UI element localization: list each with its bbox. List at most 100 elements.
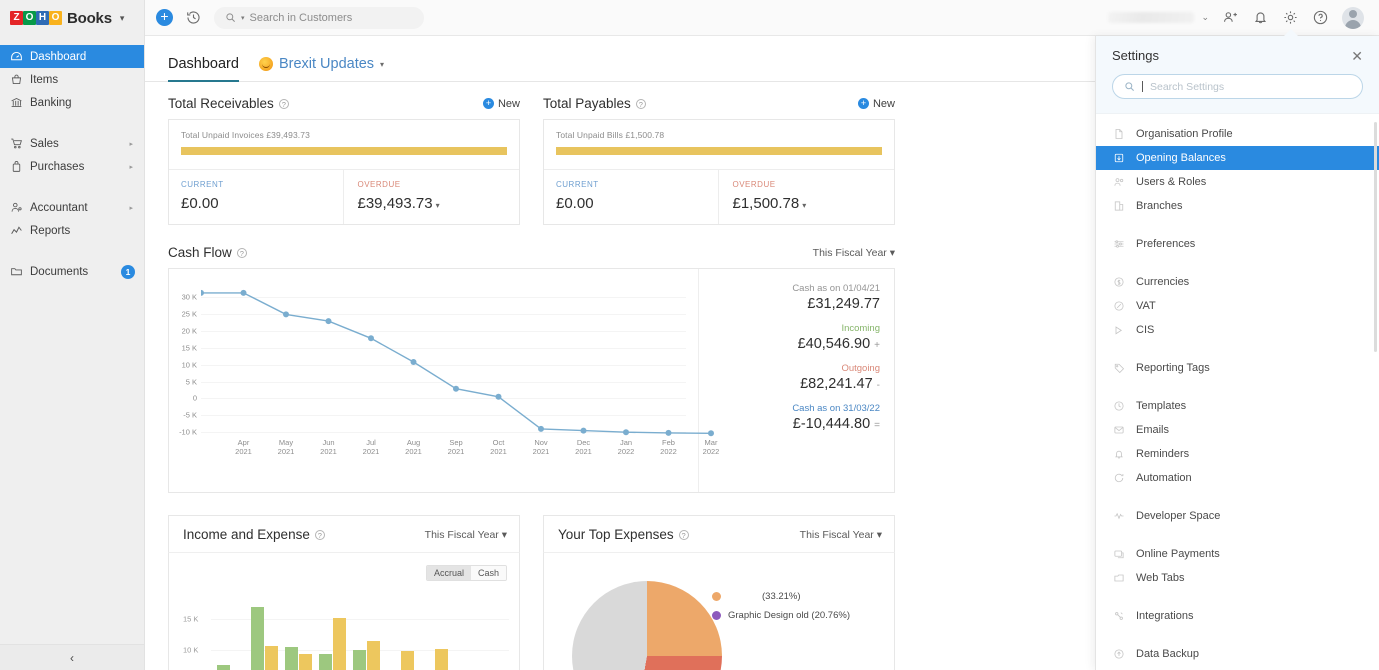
receivables-current[interactable]: CURRENT £0.00 (169, 170, 343, 224)
chevron-down-icon[interactable]: ▾ (241, 14, 245, 22)
cash-flow-stat: Incoming £40,546.90 + (709, 323, 880, 352)
settings-item-label: Users & Roles (1136, 176, 1207, 188)
cash-flow-stat: Cash as on 01/04/21 £31,249.77 (709, 283, 880, 312)
settings-item-cis[interactable]: CIS (1096, 318, 1379, 342)
info-icon[interactable]: ? (635, 98, 646, 109)
avatar[interactable] (1342, 6, 1364, 29)
sidebar-item-dashboard[interactable]: Dashboard (0, 45, 144, 68)
settings-item-opening-balances[interactable]: Opening Balances (1096, 146, 1379, 170)
legend-item[interactable]: Graphic Design old (20.76%) (712, 610, 850, 621)
payables-overdue[interactable]: OVERDUE £1,500.78 ▾ (717, 170, 895, 224)
chevron-down-icon[interactable]: ▾ (436, 201, 440, 210)
settings-item-integrations[interactable]: Integrations (1096, 604, 1379, 628)
bar-expense[interactable] (401, 651, 414, 670)
close-icon[interactable]: ✕ (1351, 49, 1363, 63)
chevron-down-icon[interactable]: ▾ (802, 201, 806, 210)
bar-expense[interactable] (435, 649, 448, 670)
sidebar-item-documents[interactable]: Documents 1 (0, 260, 144, 283)
bar-expense[interactable] (333, 618, 346, 670)
expenses-pie-chart[interactable] (572, 581, 722, 670)
info-icon[interactable]: ? (314, 529, 325, 540)
settings-item-preferences[interactable]: Preferences (1096, 232, 1379, 256)
sidebar-label: Items (30, 73, 59, 86)
info-icon[interactable]: ? (278, 98, 289, 109)
current-value: £0.00 (556, 195, 594, 212)
cash-flow-stat-value: £31,249.77 (807, 296, 880, 312)
cash-flow-range-picker[interactable]: This Fiscal Year ▾ (813, 247, 895, 259)
tab-brexit-updates[interactable]: Brexit Updates ▾ (258, 56, 384, 81)
range-label: This Fiscal Year (812, 246, 887, 259)
range-label: This Fiscal Year (424, 528, 499, 541)
avatar-body (1345, 19, 1361, 29)
sidebar-collapse-button[interactable]: ‹ (0, 644, 144, 670)
cis-icon (1112, 324, 1125, 337)
sidebar-item-items[interactable]: Items (0, 68, 144, 91)
settings-item-emails[interactable]: Emails (1096, 418, 1379, 442)
settings-item-automation[interactable]: Automation (1096, 466, 1379, 490)
chevron-down-icon[interactable]: ⌄ (1201, 12, 1209, 23)
sidebar-item-sales[interactable]: Sales ▸ (0, 132, 144, 155)
bell-icon[interactable] (1252, 9, 1269, 26)
operator-symbol: = (874, 420, 880, 431)
legend-color-swatch (712, 592, 721, 601)
bar-income[interactable] (319, 654, 332, 670)
quick-create-button[interactable]: + (156, 9, 173, 26)
help-icon[interactable] (1312, 9, 1329, 26)
settings-item-currencies[interactable]: Currencies (1096, 270, 1379, 294)
sidebar-item-reports[interactable]: Reports (0, 219, 144, 242)
cart-icon (9, 137, 23, 151)
new-invoice-button[interactable]: + New (482, 98, 520, 110)
bar-expense[interactable] (265, 645, 278, 670)
sidebar-group-2: Sales ▸ Purchases ▸ (0, 132, 144, 178)
sidebar-label: Dashboard (30, 50, 87, 63)
bar-expense[interactable] (367, 640, 380, 670)
settings-item-label: VAT (1136, 300, 1156, 312)
chevron-down-icon[interactable]: ▾ (380, 60, 384, 69)
settings-item-reminders[interactable]: Reminders (1096, 442, 1379, 466)
unpaid-invoices-bar: Total Unpaid Invoices £39,493.73 (169, 120, 519, 169)
legend-item[interactable]: (33.21%) (712, 591, 850, 602)
top-expenses-range-picker[interactable]: This Fiscal Year ▾ (800, 529, 882, 541)
settings-item-templates[interactable]: Templates (1096, 394, 1379, 418)
settings-search-input[interactable]: Search Settings (1112, 74, 1363, 99)
tab-dashboard[interactable]: Dashboard (168, 56, 239, 82)
settings-item-vat[interactable]: VAT (1096, 294, 1379, 318)
users-icon (1112, 176, 1125, 189)
referral-icon[interactable] (1222, 9, 1239, 26)
history-icon[interactable] (185, 9, 202, 26)
receivables-overdue[interactable]: OVERDUE £39,493.73 ▾ (342, 170, 520, 224)
gear-icon[interactable] (1282, 9, 1299, 26)
info-icon[interactable]: ? (236, 247, 247, 258)
settings-item-online-payments[interactable]: Online Payments (1096, 542, 1379, 566)
unpaid-invoices-label: Total Unpaid Invoices £39,493.73 (181, 130, 310, 140)
sidebar-item-purchases[interactable]: Purchases ▸ (0, 155, 144, 178)
bar-income[interactable] (285, 647, 298, 670)
settings-list[interactable]: Organisation Profile Opening Balances User… (1096, 114, 1379, 670)
payables-current[interactable]: CURRENT £0.00 (544, 170, 718, 224)
brand-logo[interactable]: ZOHO Books ▾ (0, 0, 144, 36)
current-label: CURRENT (556, 180, 599, 189)
info-icon[interactable]: ? (678, 529, 689, 540)
scrollbar[interactable] (1374, 122, 1377, 352)
settings-item-branches[interactable]: Branches (1096, 194, 1379, 218)
sliders-icon (1112, 238, 1125, 251)
chevron-down-icon[interactable]: ▾ (120, 13, 125, 24)
settings-search-placeholder: Search Settings (1150, 80, 1225, 93)
settings-item-data-backup[interactable]: Data Backup (1096, 642, 1379, 666)
sidebar-item-banking[interactable]: Banking (0, 91, 144, 114)
settings-item-organisation-profile[interactable]: Organisation Profile (1096, 122, 1379, 146)
settings-item-users-roles[interactable]: Users & Roles (1096, 170, 1379, 194)
sidebar-item-accountant[interactable]: Accountant ▸ (0, 196, 144, 219)
bar-expense[interactable] (299, 653, 312, 670)
bar-income[interactable] (251, 607, 264, 670)
search-input[interactable]: ▾ Search in Customers (214, 6, 424, 29)
new-bill-button[interactable]: + New (857, 98, 895, 110)
settings-item-reporting-tags[interactable]: Reporting Tags (1096, 356, 1379, 380)
bar-income[interactable] (353, 649, 366, 670)
settings-item-web-tabs[interactable]: Web Tabs (1096, 566, 1379, 590)
bar-income[interactable] (217, 665, 230, 670)
logo-letter-o1: O (23, 11, 36, 25)
settings-item-developer-space[interactable]: Developer Space (1096, 504, 1379, 528)
card-header: Your Top Expenses ? This Fiscal Year ▾ (543, 515, 895, 553)
income-expense-range-picker[interactable]: This Fiscal Year ▾ (425, 529, 507, 541)
